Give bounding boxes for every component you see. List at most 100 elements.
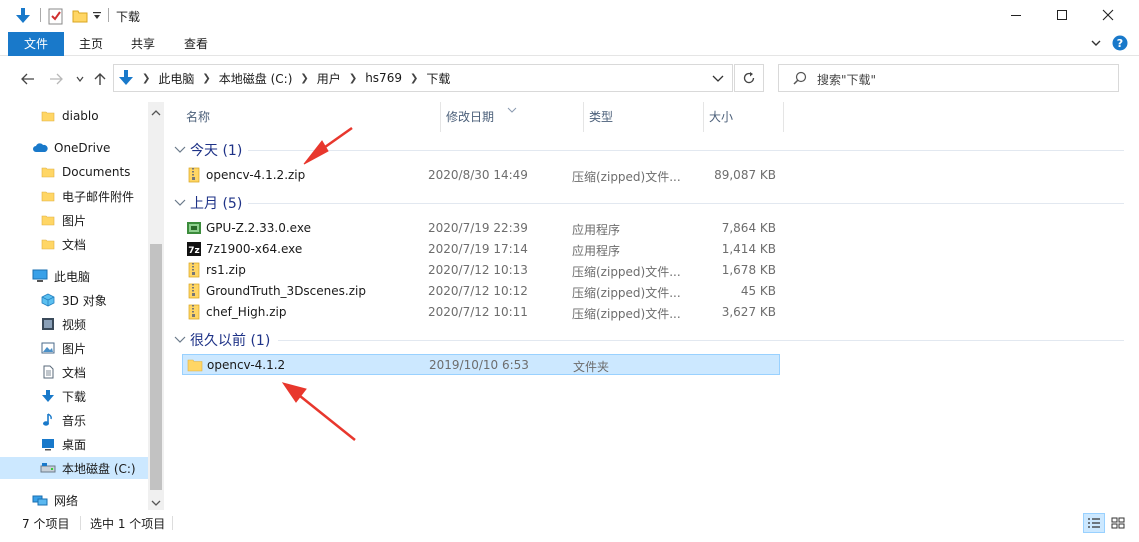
sidebar-item-email-attachments[interactable]: 电子邮件附件 — [0, 185, 148, 207]
group-header-last-month[interactable]: 上月 (5) — [174, 192, 242, 214]
sidebar-item-this-pc[interactable]: 此电脑 — [0, 265, 148, 287]
customize-qa-icon[interactable] — [92, 6, 102, 26]
sidebar-item-3d-objects[interactable]: 3D 对象 — [0, 289, 148, 311]
file-date: 2020/7/12 10:12 — [428, 284, 528, 298]
file-row[interactable]: GroundTruth_3Dscenes.zip 2020/7/12 10:12… — [182, 281, 780, 302]
sidebar-scrollbar[interactable] — [148, 102, 164, 510]
file-type: 压缩(zipped)文件... — [572, 170, 680, 184]
document-icon — [40, 364, 56, 380]
details-view-button[interactable] — [1083, 513, 1105, 533]
file-size: 89,087 KB — [714, 168, 776, 182]
file-size: 1,678 KB — [721, 263, 776, 277]
file-date: 2020/7/12 10:13 — [428, 263, 528, 277]
picture-icon — [40, 340, 56, 356]
scroll-down-icon[interactable] — [151, 496, 161, 510]
large-icons-view-icon — [1111, 517, 1125, 529]
sidebar-item-onedrive-pictures[interactable]: 图片 — [0, 209, 148, 231]
sidebar-item-diablo[interactable]: diablo — [0, 105, 148, 127]
properties-icon[interactable] — [48, 6, 64, 26]
file-row[interactable]: chef_High.zip 2020/7/12 10:11 压缩(zipped)… — [182, 302, 780, 323]
file-date: 2020/7/12 10:11 — [428, 305, 528, 319]
file-row[interactable]: 7z 7z1900-x64.exe 2020/7/19 17:14 应用程序 1… — [182, 239, 780, 260]
forward-button[interactable] — [46, 69, 66, 89]
recent-locations-button[interactable] — [70, 69, 90, 89]
file-row[interactable]: opencv-4.1.2.zip 2020/8/30 14:49 压缩(zipp… — [182, 165, 780, 186]
file-name: opencv-4.1.2.zip — [206, 168, 306, 182]
expand-ribbon-icon[interactable] — [1090, 36, 1102, 53]
chevron-right-icon[interactable]: ❯ — [296, 73, 312, 84]
column-header-name[interactable]: 名称 — [180, 102, 440, 132]
cube-icon — [40, 292, 56, 308]
minimize-button[interactable] — [993, 0, 1039, 30]
navigation-pane: diablo OneDrive Documents 电子邮件附件 图片 文档 此… — [0, 102, 164, 510]
file-row-selected[interactable]: opencv-4.1.2 2019/10/10 6:53 文件夹 — [182, 354, 780, 375]
file-size: 45 KB — [740, 284, 776, 298]
file-row[interactable]: GPU-Z.2.33.0.exe 2020/7/19 22:39 应用程序 7,… — [182, 218, 780, 239]
refresh-icon — [743, 72, 755, 84]
file-date: 2020/7/19 22:39 — [428, 221, 528, 235]
sidebar-item-videos[interactable]: 视频 — [0, 313, 148, 335]
sidebar-item-desktop[interactable]: 桌面 — [0, 433, 148, 455]
sidebar-item-network[interactable]: 网络 — [0, 489, 148, 510]
close-button[interactable] — [1085, 0, 1131, 30]
help-icon[interactable]: ? — [1112, 35, 1128, 54]
tab-view[interactable]: 查看 — [170, 32, 222, 56]
sidebar-item-documents[interactable]: Documents — [0, 161, 148, 183]
download-icon — [118, 69, 134, 87]
file-type: 应用程序 — [572, 244, 621, 258]
download-icon[interactable] — [14, 6, 32, 26]
sidebar-item-label: 文档 — [62, 237, 87, 252]
sidebar-item-onedrive[interactable]: OneDrive — [0, 137, 148, 159]
sidebar-item-label: diablo — [62, 109, 99, 123]
sidebar-item-label: 3D 对象 — [62, 293, 107, 308]
sidebar-item-pictures[interactable]: 图片 — [0, 337, 148, 359]
music-icon — [40, 412, 56, 428]
breadcrumb-downloads[interactable]: 下载 — [422, 70, 454, 87]
tab-home[interactable]: 主页 — [66, 32, 116, 56]
chevron-right-icon[interactable]: ❯ — [138, 73, 154, 84]
folder-icon — [187, 357, 203, 373]
sidebar-item-docs[interactable]: 文档 — [0, 361, 148, 383]
sidebar-item-label: Documents — [62, 165, 131, 179]
breadcrumb-user[interactable]: hs769 — [361, 71, 406, 85]
svg-text:7z: 7z — [188, 246, 200, 256]
cloud-icon — [32, 140, 48, 156]
file-type: 压缩(zipped)文件... — [572, 307, 680, 321]
search-input[interactable]: 搜索"下载" — [778, 64, 1119, 92]
refresh-button[interactable] — [734, 64, 764, 92]
chevron-right-icon[interactable]: ❯ — [345, 73, 361, 84]
sidebar-scroll-thumb[interactable] — [150, 244, 162, 490]
sidebar-item-downloads[interactable]: 下载 — [0, 385, 148, 407]
column-header-size[interactable]: 大小 — [703, 102, 783, 132]
search-icon — [793, 71, 807, 88]
file-date: 2019/10/10 6:53 — [429, 358, 529, 372]
chevron-right-icon[interactable]: ❯ — [406, 73, 422, 84]
sidebar-item-local-disk[interactable]: 本地磁盘 (C:) — [0, 457, 148, 479]
breadcrumb-users[interactable]: 用户 — [313, 70, 345, 87]
chevron-down-icon[interactable] — [712, 73, 724, 87]
file-row[interactable]: rs1.zip 2020/7/12 10:13 压缩(zipped)文件... … — [182, 260, 780, 281]
breadcrumb-local-disk[interactable]: 本地磁盘 (C:) — [215, 70, 297, 87]
chevron-right-icon[interactable]: ❯ — [198, 73, 214, 84]
group-header-long-ago[interactable]: 很久以前 (1) — [174, 329, 270, 351]
file-type: 压缩(zipped)文件... — [572, 265, 680, 279]
file-type: 文件夹 — [573, 360, 610, 374]
file-type: 应用程序 — [572, 223, 621, 237]
back-button[interactable] — [18, 69, 38, 89]
address-bar[interactable]: ❯ 此电脑 ❯ 本地磁盘 (C:) ❯ 用户 ❯ hs769 ❯ 下载 — [113, 64, 733, 92]
new-folder-icon[interactable] — [72, 6, 88, 26]
tab-file[interactable]: 文件 — [8, 32, 64, 56]
column-header-date[interactable]: 修改日期 — [440, 102, 583, 132]
sidebar-item-music[interactable]: 音乐 — [0, 409, 148, 431]
maximize-button[interactable] — [1039, 0, 1085, 30]
scroll-up-icon[interactable] — [151, 106, 161, 120]
breadcrumb-this-pc[interactable]: 此电脑 — [154, 70, 198, 87]
group-header-today[interactable]: 今天 (1) — [174, 139, 242, 161]
sidebar-item-label: 图片 — [62, 341, 87, 356]
tab-share[interactable]: 共享 — [118, 32, 168, 56]
up-button[interactable] — [90, 69, 110, 89]
column-header-type[interactable]: 类型 — [583, 102, 703, 132]
sidebar-item-onedrive-docs[interactable]: 文档 — [0, 233, 148, 255]
7zip-icon: 7z — [186, 241, 202, 257]
large-icons-view-button[interactable] — [1107, 513, 1129, 533]
